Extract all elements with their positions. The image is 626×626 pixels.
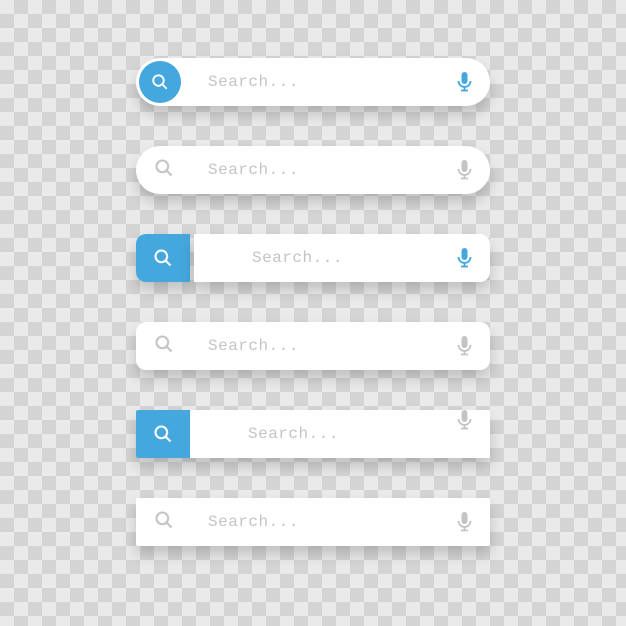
mic-icon xyxy=(457,160,472,180)
search-input[interactable] xyxy=(194,234,490,282)
search-input[interactable] xyxy=(190,410,490,458)
mic-button[interactable] xyxy=(457,72,472,92)
search-bar-square-plain xyxy=(136,498,490,546)
search-input[interactable] xyxy=(136,498,490,546)
search-bar-body xyxy=(194,234,490,282)
search-button[interactable] xyxy=(136,410,190,458)
mic-button[interactable] xyxy=(457,336,472,356)
search-icon xyxy=(153,424,173,444)
search-input[interactable] xyxy=(136,322,490,370)
mic-icon xyxy=(457,410,472,430)
search-input[interactable] xyxy=(136,146,490,194)
mic-icon xyxy=(457,248,472,268)
mic-icon xyxy=(457,72,472,92)
mic-icon xyxy=(457,512,472,532)
search-bar-square-blue-cap xyxy=(136,410,490,458)
search-button[interactable] xyxy=(136,234,190,282)
search-bar-pill-plain xyxy=(136,146,490,194)
search-icon xyxy=(153,248,173,268)
search-input[interactable] xyxy=(136,58,490,106)
search-bar-pill-blue-circle xyxy=(136,58,490,106)
search-bar-rounded-plain xyxy=(136,322,490,370)
mic-icon xyxy=(457,336,472,356)
mic-button[interactable] xyxy=(457,410,472,430)
search-bar-body xyxy=(190,410,490,458)
mic-button[interactable] xyxy=(457,512,472,532)
search-bar-rounded-blue-cap xyxy=(136,234,490,282)
mic-button[interactable] xyxy=(457,160,472,180)
mic-button[interactable] xyxy=(457,248,472,268)
